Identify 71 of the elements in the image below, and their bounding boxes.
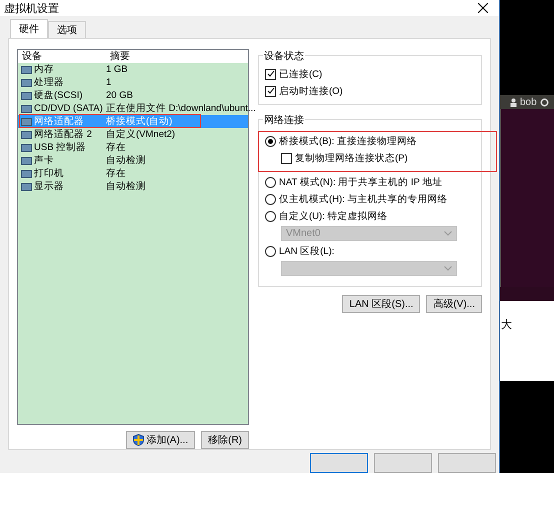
checkbox-option[interactable]: 启动时连接(O) (265, 84, 473, 98)
tab[interactable]: 选项 (48, 21, 86, 38)
device-summary: 正在使用文件 D:\downland\ubunt... (106, 102, 256, 115)
column-header: 摘要 (109, 50, 131, 63)
device-row[interactable]: 打印机 存在 (18, 167, 248, 180)
dialog-button[interactable] (310, 453, 368, 473)
device-summary: 1 GB (106, 63, 129, 76)
device-row[interactable]: 内存 1 GB (18, 63, 248, 76)
device-icon (21, 156, 32, 166)
device-summary: 存在 (106, 141, 127, 154)
chevron-icon (444, 266, 452, 271)
device-row[interactable]: 显示器 自动检测 (18, 180, 248, 193)
device-name: 网络适配器 2 (34, 128, 92, 141)
chevron-icon (444, 231, 452, 236)
device-name: 网络适配器 (34, 115, 84, 128)
group-title: 设备状态 (263, 49, 305, 63)
device-icon (21, 168, 32, 178)
radio-option[interactable]: 仅主机模式(H): 与主机共享的专用网络 (265, 192, 473, 206)
add-button[interactable]: 添加(A)... (126, 431, 196, 449)
panel-text: 大 (501, 318, 512, 332)
checkbox-option[interactable]: 复制物理网络连接状态(P) (281, 151, 490, 165)
radio-option[interactable]: 桥接模式(B): 直接连接物理网络 (265, 134, 490, 148)
dialog-button[interactable] (374, 453, 432, 473)
device-name: 打印机 (34, 167, 64, 180)
radio-option[interactable]: NAT 模式(N): 用于共享主机的 IP 地址 (265, 175, 473, 189)
radio-option[interactable]: 自定义(U): 特定虚拟网络 (265, 209, 473, 223)
advanced-button[interactable]: 高级(V)... (426, 295, 482, 313)
device-icon (21, 104, 32, 114)
device-summary: 20 GB (106, 89, 134, 102)
device-summary: 存在 (106, 167, 127, 180)
device-name: CD/DVD (SATA) (34, 102, 103, 115)
device-summary: 1 (106, 76, 112, 89)
checkmark-icon (266, 87, 274, 95)
device-summary: 自动检测 (106, 154, 147, 167)
device-icon (21, 182, 32, 192)
device-icon (21, 130, 32, 140)
device-icon (21, 64, 32, 74)
device-icon (21, 78, 32, 88)
checkmark-icon (266, 70, 274, 78)
device-row[interactable]: 处理器 1 (18, 76, 248, 89)
device-summary: 自动检测 (106, 180, 147, 193)
device-name: USB 控制器 (34, 141, 86, 154)
device-row[interactable]: 硬盘(SCSI) 20 GB (18, 89, 248, 102)
device-row[interactable]: 声卡 自动检测 (18, 154, 248, 167)
radio-option[interactable]: LAN 区段(L): (265, 244, 473, 258)
checkbox-option[interactable]: 已连接(C) (265, 67, 473, 81)
lan-segments-button[interactable]: LAN 区段(S)... (342, 295, 420, 313)
dialog-button[interactable] (438, 453, 496, 473)
device-icon (21, 142, 32, 152)
device-icon (21, 116, 32, 126)
device-name: 显示器 (34, 180, 64, 193)
device-row[interactable]: 网络适配器 2 自定义(VMnet2) (18, 128, 248, 141)
user-name: bob (520, 96, 537, 108)
device-name: 硬盘(SCSI) (34, 89, 82, 102)
window-title: 虚拟机设置 (4, 2, 59, 16)
tab[interactable]: 硬件 (10, 19, 48, 38)
device-row[interactable]: USB 控制器 存在 (18, 141, 248, 154)
device-icon (21, 90, 32, 100)
column-header: 设备 (21, 50, 43, 63)
remove-button[interactable]: 移除(R) (201, 431, 249, 449)
device-name: 内存 (34, 63, 54, 76)
status-strip (500, 287, 554, 301)
power-icon (540, 98, 549, 106)
user-icon (510, 98, 517, 106)
group-title: 网络连接 (263, 113, 305, 127)
device-name: 处理器 (34, 76, 64, 89)
close-button[interactable] (475, 0, 491, 16)
device-name: 声卡 (34, 154, 54, 167)
device-summary: 自定义(VMnet2) (106, 128, 176, 141)
shield-icon (133, 434, 144, 446)
device-summary: 桥接模式(自动) (106, 115, 174, 128)
